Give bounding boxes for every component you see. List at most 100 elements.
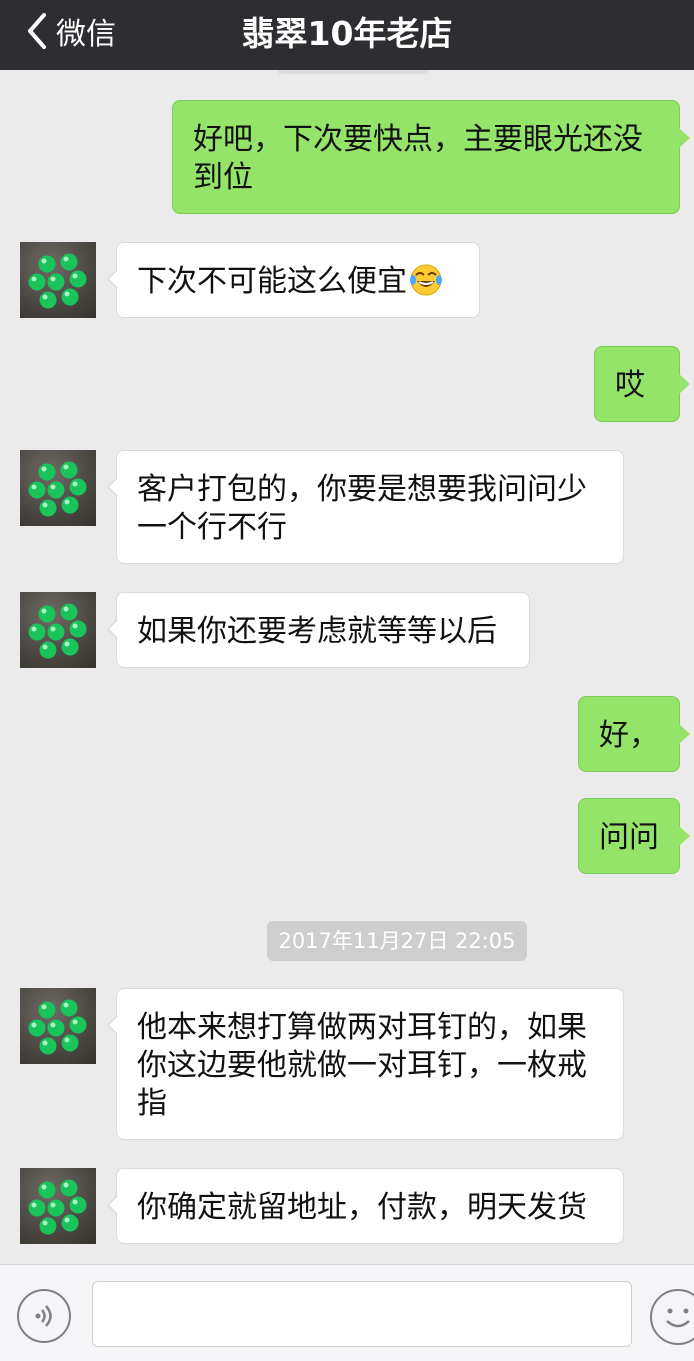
jade-highlight <box>42 294 48 300</box>
jade-highlight <box>42 1040 48 1046</box>
message-bubble[interactable]: 他本来想打算做两对耳钉的，如果你这边要他就做一对耳钉，一枚戒指 <box>107 988 624 1140</box>
avatar[interactable] <box>20 1168 96 1244</box>
avatar[interactable] <box>20 988 96 1064</box>
jade-highlight <box>50 484 56 490</box>
jade-highlight <box>63 606 69 612</box>
jade-highlight <box>72 623 78 629</box>
jade-highlight <box>31 626 37 632</box>
avatar[interactable] <box>20 592 96 668</box>
voice-icon <box>35 1305 52 1327</box>
jade-cabochon <box>61 288 79 306</box>
jade-cabochon <box>61 1214 79 1232</box>
jade-highlight <box>41 258 47 264</box>
message-text: 下次不可能这么便宜 <box>137 264 407 299</box>
jade-cabochon <box>38 1181 56 1199</box>
jade-highlight <box>41 608 47 614</box>
voice-button[interactable] <box>17 1289 71 1343</box>
jade-cabochon <box>38 1001 56 1019</box>
message-bubble[interactable]: 客户打包的，你要是想要我问问少一个行不行 <box>107 450 624 564</box>
jade-cabochon <box>69 1016 87 1034</box>
jade-highlight <box>63 1002 69 1008</box>
jade-highlight <box>31 1202 37 1208</box>
scroll-indicator <box>278 70 428 74</box>
jade-cabochon <box>28 1199 46 1217</box>
jade-highlight <box>50 1202 56 1208</box>
jade-cabochon <box>60 1179 78 1197</box>
jade-highlight <box>72 1199 78 1205</box>
jade-cabochon <box>38 605 56 623</box>
jade-cabochon <box>47 1199 65 1217</box>
jade-cabochon <box>38 463 56 481</box>
jade-cabochon <box>39 1217 57 1235</box>
jade-highlight <box>63 256 69 262</box>
jade-cabochon <box>60 461 78 479</box>
jade-highlight <box>64 499 70 505</box>
jade-cabochon <box>61 1034 79 1052</box>
jade-cabochon <box>69 478 87 496</box>
jade-cabochon <box>47 1019 65 1037</box>
jade-cabochon <box>28 481 46 499</box>
jade-highlight <box>42 502 48 508</box>
jade-highlight <box>31 484 37 490</box>
jade-cabochon <box>39 291 57 309</box>
jade-cabochon <box>39 499 57 517</box>
jade-cabochon <box>69 620 87 638</box>
message-bubble[interactable]: 好吧，下次要快点，主要眼光还没到位 <box>172 100 690 214</box>
jade-avatar-image <box>28 461 87 517</box>
message-input[interactable] <box>92 1281 632 1347</box>
jade-cabochon <box>28 1019 46 1037</box>
jade-highlight <box>31 276 37 282</box>
message-bubble[interactable]: 你确定就留地址，付款，明天发货 <box>107 1168 624 1244</box>
message-list[interactable]: 好吧，下次要快点，主要眼光还没到位 下次不可能这么便宜 哎 客户打包的，你要是想… <box>0 70 694 1264</box>
jade-highlight <box>42 1220 48 1226</box>
jade-cabochon <box>60 253 78 271</box>
avatar[interactable] <box>20 242 96 318</box>
jade-cabochon <box>39 1037 57 1055</box>
nav-bar: 微信 翡翠10年老店 <box>0 0 694 70</box>
jade-cabochon <box>60 603 78 621</box>
jade-cabochon <box>47 273 65 291</box>
jade-highlight <box>41 1184 47 1190</box>
avatar[interactable] <box>20 450 96 526</box>
jade-highlight <box>42 644 48 650</box>
jade-highlight <box>63 1182 69 1188</box>
jade-cabochon <box>39 641 57 659</box>
jade-highlight <box>64 291 70 297</box>
jade-highlight <box>72 481 78 487</box>
message-bubble[interactable]: 哎 <box>594 346 690 422</box>
emoji-icon <box>666 1308 690 1328</box>
jade-avatar-image <box>28 603 87 659</box>
jade-avatar-image <box>28 1179 87 1235</box>
jade-cabochon <box>69 1196 87 1214</box>
jade-highlight <box>31 1022 37 1028</box>
jade-avatar-image <box>28 999 87 1055</box>
jade-cabochon <box>61 638 79 656</box>
jade-cabochon <box>28 273 46 291</box>
jade-avatar-image <box>28 253 87 309</box>
input-toolbar <box>0 1264 694 1361</box>
jade-highlight <box>72 273 78 279</box>
message-bubble[interactable]: 下次不可能这么便宜 <box>107 242 480 318</box>
chat-title: 翡翠10年老店 <box>241 14 453 53</box>
tears-of-joy-emoji-icon <box>410 264 442 296</box>
jade-highlight <box>50 276 56 282</box>
jade-highlight <box>64 1217 70 1223</box>
jade-highlight <box>64 1037 70 1043</box>
message-bubble[interactable]: 问问 <box>578 798 690 874</box>
message-bubble[interactable]: 如果你还要考虑就等等以后 <box>107 592 530 668</box>
jade-highlight <box>50 1022 56 1028</box>
timestamp-badge: 2017年11月27日 22:05 <box>267 921 527 961</box>
jade-highlight <box>50 626 56 632</box>
emoji-button[interactable] <box>650 1289 694 1345</box>
jade-highlight <box>41 1004 47 1010</box>
jade-highlight <box>72 1019 78 1025</box>
jade-cabochon <box>69 270 87 288</box>
jade-cabochon <box>60 999 78 1017</box>
jade-cabochon <box>61 496 79 514</box>
jade-highlight <box>64 641 70 647</box>
jade-cabochon <box>28 623 46 641</box>
jade-cabochon <box>38 255 56 273</box>
jade-highlight <box>41 466 47 472</box>
message-bubble[interactable]: 好， <box>578 696 690 772</box>
jade-highlight <box>63 464 69 470</box>
